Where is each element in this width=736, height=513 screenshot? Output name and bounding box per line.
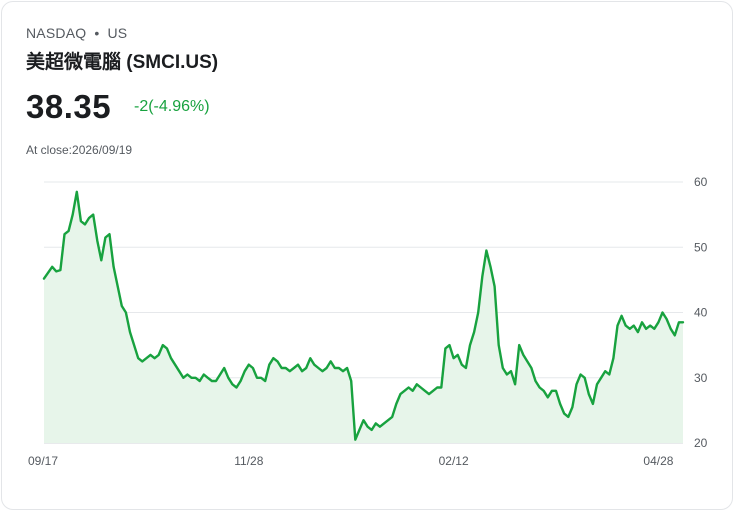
y-tick-label: 20 — [694, 436, 708, 450]
y-tick-label: 40 — [694, 306, 708, 320]
x-tick-label: 11/28 — [234, 454, 263, 468]
x-tick-label: 04/28 — [643, 454, 673, 468]
price-chart: 2030405060 09/1711/2802/1204/2807/14 — [28, 175, 708, 468]
price-area — [44, 191, 683, 443]
y-tick-label: 60 — [694, 175, 708, 189]
x-tick-label: 09/17 — [28, 454, 58, 468]
y-axis: 20 30 40 50 60 — [694, 175, 708, 450]
x-axis: 09/1711/2802/1204/2807/14 — [28, 454, 674, 468]
x-tick-label: 02/12 — [439, 454, 469, 468]
y-tick-label: 50 — [694, 240, 708, 254]
y-tick-label: 30 — [694, 371, 708, 385]
